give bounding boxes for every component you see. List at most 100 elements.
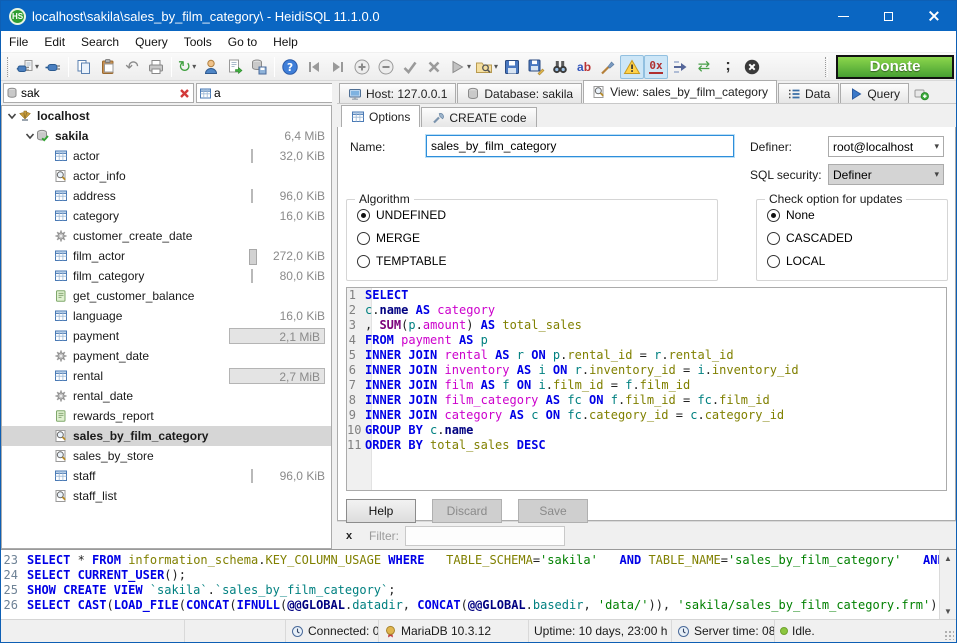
- tree-item-actor_info[interactable]: actor_info: [2, 166, 331, 186]
- tree-item-rewards_report[interactable]: rewards_report: [2, 406, 331, 426]
- tree-item-staff[interactable]: staff96,0 KiB: [2, 466, 331, 486]
- close-button[interactable]: [911, 1, 956, 31]
- menu-file[interactable]: File: [1, 32, 36, 52]
- add-query-tab-icon[interactable]: [914, 86, 929, 101]
- check-option-radio-none[interactable]: None: [767, 207, 947, 223]
- sql-token: ): [466, 318, 480, 332]
- find-button[interactable]: [548, 55, 572, 79]
- tree-item-sales_by_film_category[interactable]: sales_by_film_category: [2, 426, 331, 446]
- tree-item-localhost[interactable]: localhost: [2, 106, 331, 126]
- database-filter-input[interactable]: [19, 86, 178, 100]
- tab-view-sales-by-film-category[interactable]: View: sales_by_film_category: [583, 80, 777, 103]
- paste-button[interactable]: [96, 55, 120, 79]
- check-option-radio-cascaded[interactable]: CASCADED: [767, 230, 947, 246]
- check-option-radio-local[interactable]: LOCAL: [767, 253, 947, 269]
- save-file-button[interactable]: [500, 55, 524, 79]
- tree-item-rental[interactable]: rental2,7 MiB: [2, 366, 331, 386]
- disconnect-button[interactable]: [41, 55, 65, 79]
- warn-toggle-button[interactable]: [620, 55, 644, 79]
- open-file-button[interactable]: ▾: [473, 55, 500, 79]
- app-icon: HS: [9, 8, 26, 25]
- add-row-button[interactable]: [350, 55, 374, 79]
- tree-item-staff_list[interactable]: staff_list: [2, 486, 331, 506]
- view-name-input[interactable]: [426, 135, 734, 157]
- sql-token: [567, 363, 574, 377]
- tree-item-sakila[interactable]: sakila6,4 MiB: [2, 126, 331, 146]
- user-manager-button[interactable]: [199, 55, 223, 79]
- algorithm-radio-merge[interactable]: MERGE: [357, 230, 717, 246]
- sql-token: AS: [546, 393, 560, 407]
- tree-item-customer_create_date[interactable]: customer_create_date: [2, 226, 331, 246]
- menu-go-to[interactable]: Go to: [220, 32, 265, 52]
- view-select-code-editor[interactable]: 1SELECT2c.name AS category3, SUM(p.amoun…: [346, 287, 947, 491]
- nav-last-button[interactable]: [326, 55, 350, 79]
- resize-grip[interactable]: [944, 630, 954, 640]
- expand-chevron-icon[interactable]: [24, 130, 36, 142]
- stop-button[interactable]: [740, 55, 764, 79]
- menu-help[interactable]: Help: [265, 32, 306, 52]
- nav-first-button[interactable]: [302, 55, 326, 79]
- menu-tools[interactable]: Tools: [176, 32, 220, 52]
- tree-item-address[interactable]: address96,0 KiB: [2, 186, 331, 206]
- apply-changes-button[interactable]: [398, 55, 422, 79]
- copy-button[interactable]: [72, 55, 96, 79]
- bind-params-button[interactable]: [668, 55, 692, 79]
- tree-item-get_customer_balance[interactable]: get_customer_balance: [2, 286, 331, 306]
- tree-item-film_category[interactable]: film_category80,0 KiB: [2, 266, 331, 286]
- subtab-options[interactable]: Options: [341, 105, 420, 127]
- help-button[interactable]: ?: [278, 55, 302, 79]
- menu-search[interactable]: Search: [73, 32, 127, 52]
- semicolon-button[interactable]: ;: [716, 55, 740, 79]
- algorithm-radio-temptable[interactable]: TEMPTABLE: [357, 253, 717, 269]
- filter-close-icon[interactable]: x: [337, 530, 361, 542]
- tree-item-payment[interactable]: payment2,1 MiB: [2, 326, 331, 346]
- print-button[interactable]: [144, 55, 168, 79]
- delete-row-button[interactable]: [374, 55, 398, 79]
- save-file-as-button[interactable]: [524, 55, 548, 79]
- dropdown-arrow-icon: ▾: [192, 62, 196, 71]
- format-code-button[interactable]: [596, 55, 620, 79]
- tab-database-sakila[interactable]: Database: sakila: [457, 83, 582, 103]
- undo-button[interactable]: ↶: [120, 55, 144, 79]
- tree-item-rental_date[interactable]: rental_date: [2, 386, 331, 406]
- tree-item-payment_date[interactable]: payment_date: [2, 346, 331, 366]
- maximize-button[interactable]: [866, 1, 911, 31]
- clear-database-filter-icon[interactable]: [178, 87, 191, 100]
- tab-data[interactable]: Data: [778, 83, 839, 103]
- tree-item-actor[interactable]: actor32,0 KiB: [2, 146, 331, 166]
- discard-changes-button[interactable]: [422, 55, 446, 79]
- tree-item-language[interactable]: language16,0 KiB: [2, 306, 331, 326]
- line-number: 9: [347, 408, 365, 423]
- log-scrollbar[interactable]: ▲ ▼: [939, 550, 956, 619]
- donate-button[interactable]: Donate: [836, 55, 954, 79]
- tree-item-sales_by_store[interactable]: sales_by_store: [2, 446, 331, 466]
- menu-query[interactable]: Query: [127, 32, 176, 52]
- sql-security-combobox[interactable]: Definer ▾: [828, 164, 944, 185]
- replace-button[interactable]: ab: [572, 55, 596, 79]
- algorithm-radio-undefined[interactable]: UNDEFINED: [357, 207, 717, 223]
- filter-input[interactable]: [405, 526, 565, 546]
- reconnect-button[interactable]: ⇄: [692, 55, 716, 79]
- tree-item-category[interactable]: category16,0 KiB: [2, 206, 331, 226]
- run-query-button[interactable]: ▾: [446, 55, 473, 79]
- toolbar-grip[interactable]: [7, 57, 10, 77]
- scroll-up-icon[interactable]: ▲: [940, 550, 957, 566]
- export-database-button[interactable]: [223, 55, 247, 79]
- tab-query[interactable]: Query: [840, 83, 909, 103]
- subtab-create-code[interactable]: CREATE code: [421, 107, 536, 127]
- tree-item-film_actor[interactable]: film_actor272,0 KiB: [2, 246, 331, 266]
- tab-host-127-0-0-1[interactable]: Host: 127.0.0.1: [339, 83, 456, 103]
- help-button[interactable]: Help: [346, 499, 416, 523]
- minimize-button[interactable]: [821, 1, 866, 31]
- scroll-down-icon[interactable]: ▼: [940, 603, 957, 619]
- refresh-button[interactable]: ↻▾: [175, 55, 199, 79]
- donate-grip[interactable]: [825, 57, 828, 77]
- menu-edit[interactable]: Edit: [36, 32, 73, 52]
- hex-toggle-button[interactable]: 0x: [644, 55, 668, 79]
- sql-token: TABLE_NAME: [648, 553, 720, 567]
- definer-combobox[interactable]: root@localhost ▾: [828, 136, 944, 157]
- expand-chevron-icon[interactable]: [6, 110, 18, 122]
- save-sql-button[interactable]: [247, 55, 271, 79]
- sql-token: p: [481, 333, 488, 347]
- session-manager-button[interactable]: ▾: [14, 55, 41, 79]
